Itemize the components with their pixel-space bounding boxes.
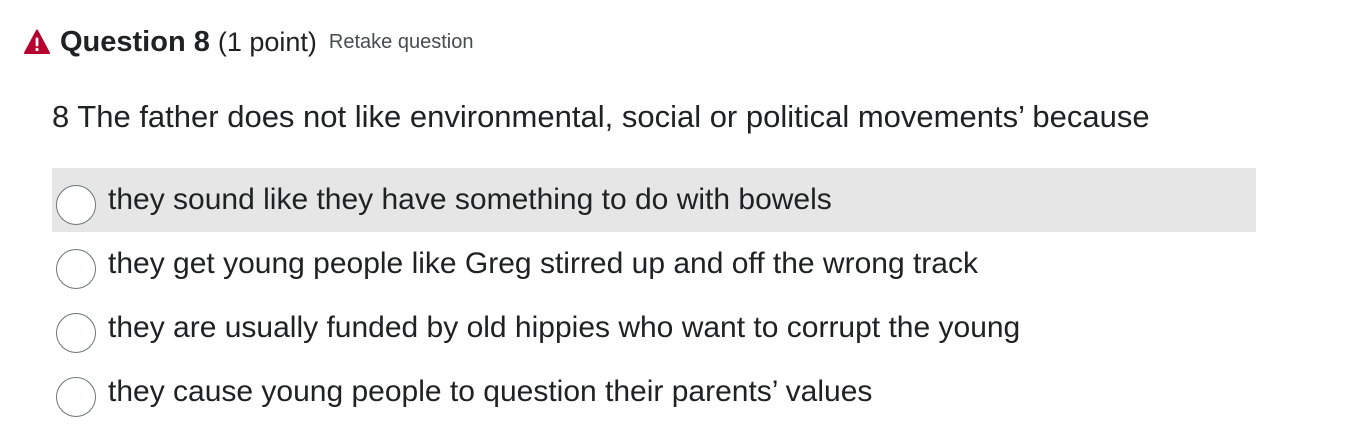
retake-question-link[interactable]: Retake question [329, 31, 474, 54]
question-title: Question 8 [60, 25, 210, 58]
radio-button-2[interactable] [56, 249, 96, 289]
warning-triangle-icon [24, 29, 50, 54]
radio-button-1[interactable] [56, 185, 96, 225]
question-prompt: 8 The father does not like environmental… [52, 99, 1150, 134]
answer-option-label: they sound like they have something to d… [108, 183, 832, 216]
answer-option-label: they cause young people to question thei… [108, 375, 873, 408]
answer-option-label: they are usually funded by old hippies w… [108, 311, 1021, 344]
question-points: (1 point) [217, 26, 317, 57]
radio-button-3[interactable] [56, 313, 96, 353]
question-header: Question 8 (1 point) Retake question [24, 22, 473, 62]
answer-option-label: they get young people like Greg stirred … [108, 247, 978, 280]
answer-option-2[interactable]: they get young people like Greg stirred … [52, 232, 1256, 296]
answer-options: they sound like they have something to d… [52, 168, 1256, 424]
answer-option-3[interactable]: they are usually funded by old hippies w… [52, 296, 1256, 360]
radio-button-4[interactable] [56, 377, 96, 417]
answer-option-1[interactable]: they sound like they have something to d… [52, 168, 1256, 232]
answer-option-4[interactable]: they cause young people to question thei… [52, 360, 1256, 424]
